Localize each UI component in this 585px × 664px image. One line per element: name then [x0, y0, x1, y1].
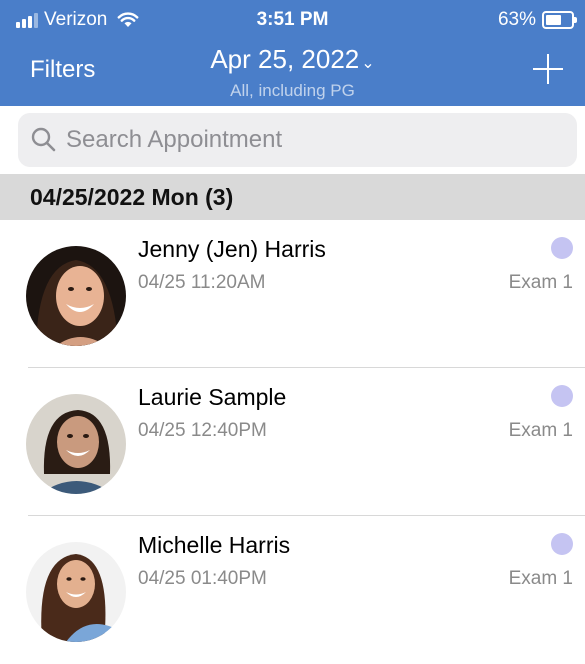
avatar [26, 394, 126, 494]
battery-tip [574, 17, 577, 23]
patient-name: Michelle Harris [138, 532, 291, 558]
status-bar: Verizon 3:51 PM 63% [0, 0, 585, 40]
appointment-time: 04/25 01:40PM [138, 568, 267, 589]
chevron-down-icon: ⌄ [361, 55, 375, 72]
date-title-label: Apr 25, 2022 [210, 44, 360, 74]
appointment-row[interactable]: Michelle Harris 04/25 01:40PM Exam 1 [0, 516, 585, 664]
status-dot-icon [551, 385, 573, 407]
battery-level-fill [546, 15, 562, 25]
date-picker-button[interactable]: Apr 25, 2022 ⌄ [0, 44, 585, 75]
appointment-row[interactable]: Laurie Sample 04/25 12:40PM Exam 1 [0, 368, 585, 516]
appointment-room: Exam 1 [508, 420, 573, 441]
add-appointment-button[interactable] [533, 54, 563, 84]
appointment-time: 04/25 11:20AM [138, 272, 266, 293]
appointment-room: Exam 1 [508, 568, 573, 589]
section-label: 04/25/2022 Mon (3) [30, 184, 234, 210]
app-header: Verizon 3:51 PM 63% Filters Apr 25, 2022… [0, 0, 585, 106]
battery-icon [542, 11, 574, 29]
appointment-room: Exam 1 [508, 272, 573, 293]
battery-indicator: 63% [498, 9, 577, 31]
battery-percent: 63% [497, 9, 536, 30]
status-dot-icon [551, 237, 573, 259]
search-icon [31, 127, 56, 152]
filter-subtitle: All, including PG [230, 81, 355, 100]
search-area [0, 106, 585, 172]
status-dot-icon [551, 533, 573, 555]
avatar [26, 246, 126, 346]
patient-name: Jenny (Jen) Harris [138, 236, 326, 262]
appointment-row[interactable]: Jenny (Jen) Harris 04/25 11:20AM Exam 1 [0, 220, 585, 368]
search-bar[interactable] [18, 113, 577, 167]
date-section-header: 04/25/2022 Mon (3) [0, 174, 585, 220]
avatar [26, 542, 126, 642]
search-input[interactable] [66, 113, 566, 167]
appointment-time: 04/25 12:40PM [138, 420, 267, 441]
patient-name: Laurie Sample [138, 384, 287, 410]
